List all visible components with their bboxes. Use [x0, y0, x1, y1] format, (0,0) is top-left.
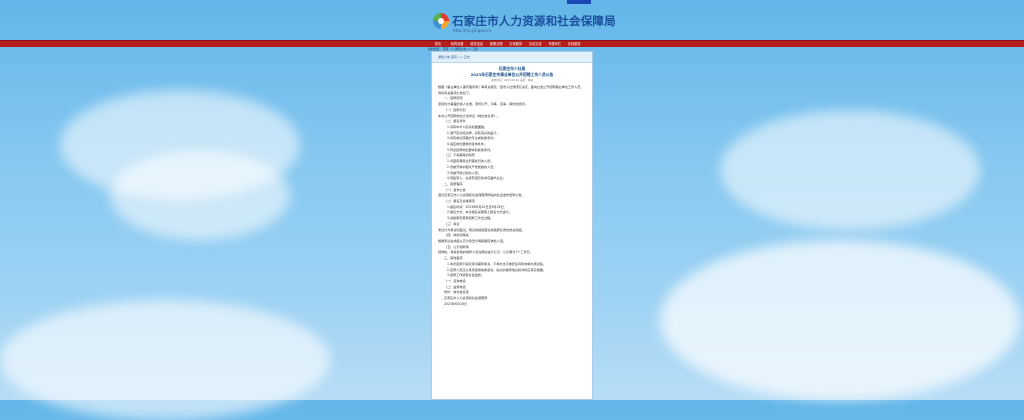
article-meta: 发布时间：2023-06-16 来源：本站 — [491, 79, 533, 82]
cloud-right-bottom — [660, 240, 1020, 400]
panel-header: 通知公告 首页 >> 正文 — [432, 52, 592, 63]
paragraph: 2023年6月16日 — [444, 301, 468, 306]
article-content: 石家庄市人社局 2023年石家庄市事业单位公开招聘工作人员公告 发布时间：202… — [432, 63, 592, 307]
site-title: 石家庄市人力资源和社会保障局 — [452, 14, 616, 28]
cloud-right-top — [720, 110, 980, 230]
cloud-left-small — [110, 150, 290, 240]
paragraph: 根据《事业单位人事管理条例》等有关规定，经市人社局研究决定，面向社会公开招聘事业… — [438, 85, 584, 89]
main-navbar: 首页 机构设置 政务信息 政策法规 办事服务 互动交流 专题专栏 在线服务 — [0, 40, 1024, 47]
top-link-bar[interactable] — [567, 0, 591, 4]
site-logo-icon — [433, 13, 449, 29]
site-banner: 石家庄市人力资源和社会保障局 http://rsj.sjz.gov.cn — [430, 6, 616, 38]
site-url: http://rsj.sjz.gov.cn — [453, 28, 491, 33]
cloud-left-bottom — [0, 300, 330, 420]
article-panel: 通知公告 首页 >> 正文 石家庄市人社局 2023年石家庄市事业单位公开招聘工… — [431, 51, 593, 400]
